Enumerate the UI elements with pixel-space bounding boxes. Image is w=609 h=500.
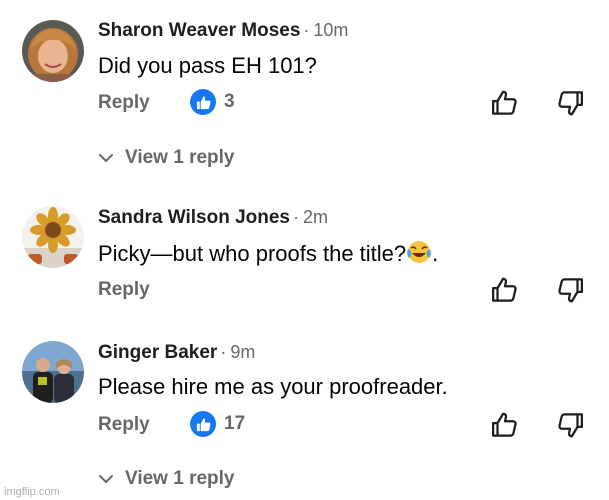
- timestamp: 2m: [303, 207, 329, 227]
- view-replies-button[interactable]: View 1 reply: [98, 468, 235, 490]
- thumbs-up-outline-icon: [492, 412, 517, 437]
- avatar[interactable]: [22, 20, 84, 82]
- upvote-button[interactable]: [490, 88, 520, 118]
- view-replies-button[interactable]: View 1 reply: [98, 147, 235, 169]
- chevron-down-icon: [99, 154, 113, 163]
- thumbs-up-outline-icon: [492, 277, 517, 302]
- time-separator: ·: [220, 342, 227, 362]
- timestamp: 9m: [230, 342, 256, 362]
- avatar[interactable]: [22, 206, 84, 268]
- downvote-button[interactable]: [555, 275, 585, 305]
- reaction-summary[interactable]: 3: [190, 89, 235, 115]
- downvote-button[interactable]: [555, 410, 585, 440]
- thumbs-down-outline-icon: [558, 278, 583, 303]
- time-separator: ·: [303, 20, 310, 40]
- author-name[interactable]: Sandra Wilson Jones: [98, 207, 290, 228]
- avatar[interactable]: [22, 341, 84, 403]
- upvote-button[interactable]: [490, 410, 520, 440]
- tears-of-joy-emoji-icon: [407, 241, 431, 263]
- thumbs-down-outline-icon: [558, 91, 583, 116]
- reply-button[interactable]: Reply: [98, 92, 150, 114]
- timestamp: 10m: [313, 20, 349, 40]
- like-reaction-icon: [190, 89, 216, 115]
- comment-text-suffix: .: [432, 241, 439, 266]
- reaction-summary[interactable]: 17: [190, 411, 245, 437]
- upvote-button[interactable]: [490, 275, 520, 305]
- author-row: Sandra Wilson Jones · 2m: [98, 207, 328, 229]
- comment-text: Did you pass EH 101?: [98, 53, 317, 78]
- author-name[interactable]: Ginger Baker: [98, 342, 217, 363]
- thumbs-up-outline-icon: [492, 90, 517, 115]
- view-replies-label: View 1 reply: [125, 147, 235, 168]
- thumbs-down-outline-icon: [558, 413, 583, 438]
- author-name[interactable]: Sharon Weaver Moses: [98, 20, 300, 41]
- like-reaction-icon: [190, 411, 216, 437]
- reply-button[interactable]: Reply: [98, 414, 150, 436]
- comment-text-row: Picky—but who proofs the title? .: [98, 239, 438, 267]
- downvote-button[interactable]: [555, 88, 585, 118]
- view-replies-label: View 1 reply: [125, 468, 235, 489]
- comment-text: Please hire me as your proofreader.: [98, 374, 448, 399]
- time-separator: ·: [293, 207, 299, 227]
- author-row: Sharon Weaver Moses · 10m: [98, 20, 348, 42]
- chevron-down-icon: [99, 475, 113, 484]
- reaction-count: 17: [224, 413, 246, 434]
- comment-text: Picky—but who proofs the title?: [98, 241, 407, 266]
- reply-button[interactable]: Reply: [98, 279, 150, 301]
- author-row: Ginger Baker · 9m: [98, 342, 255, 364]
- watermark: imgflip.com: [4, 486, 60, 498]
- reaction-count: 3: [224, 91, 235, 112]
